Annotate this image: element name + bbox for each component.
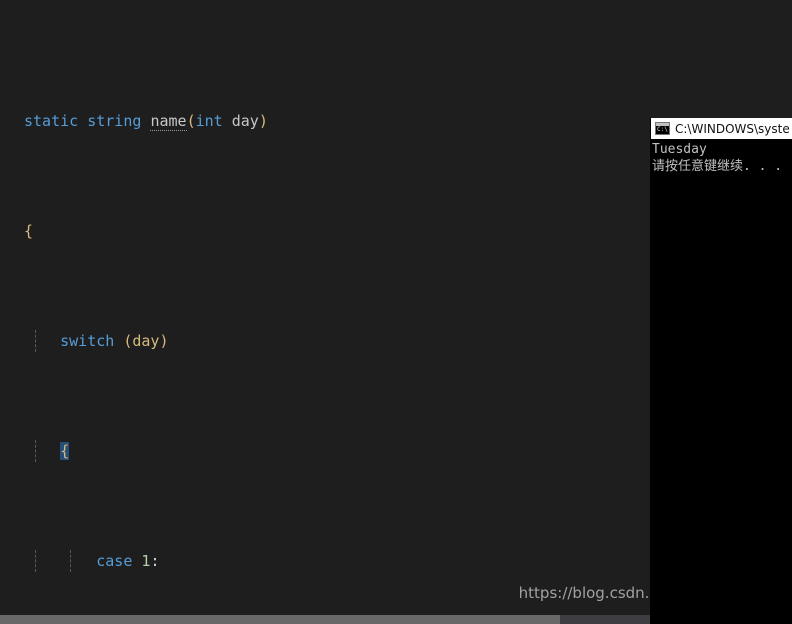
- token-param: day: [132, 332, 160, 350]
- token-paren: ): [159, 332, 169, 350]
- token-method-name[interactable]: name: [150, 112, 187, 131]
- indent-guide: [35, 550, 37, 572]
- token-brace: {: [24, 222, 34, 240]
- token-keyword: case: [96, 552, 133, 570]
- console-icon: [655, 122, 670, 135]
- console-output-line-1: Tuesday: [652, 142, 707, 157]
- indent-guide: [35, 330, 37, 352]
- console-title-text: C:\WINDOWS\syste: [675, 121, 790, 136]
- token-paren: (: [186, 112, 196, 130]
- token-colon: :: [150, 552, 160, 570]
- console-window[interactable]: C:\WINDOWS\syste Tuesday 请按任意键继续. . .: [651, 118, 792, 624]
- token-keyword: static: [24, 112, 79, 130]
- token-brace-matched: {: [60, 442, 70, 460]
- token-keyword: switch: [60, 332, 115, 350]
- horizontal-scrollbar-thumb[interactable]: [0, 615, 560, 624]
- token-keyword: int: [195, 112, 223, 130]
- console-output-line-2: 请按任意键继续. . .: [652, 159, 783, 174]
- indent-guide: [35, 440, 37, 462]
- token-paren: ): [258, 112, 268, 130]
- token-param: day: [231, 112, 259, 130]
- token-keyword: string: [87, 112, 142, 130]
- console-output[interactable]: Tuesday 请按任意键继续. . .: [651, 139, 792, 175]
- indent-guide: [70, 550, 72, 572]
- console-title-bar[interactable]: C:\WINDOWS\syste: [651, 118, 792, 139]
